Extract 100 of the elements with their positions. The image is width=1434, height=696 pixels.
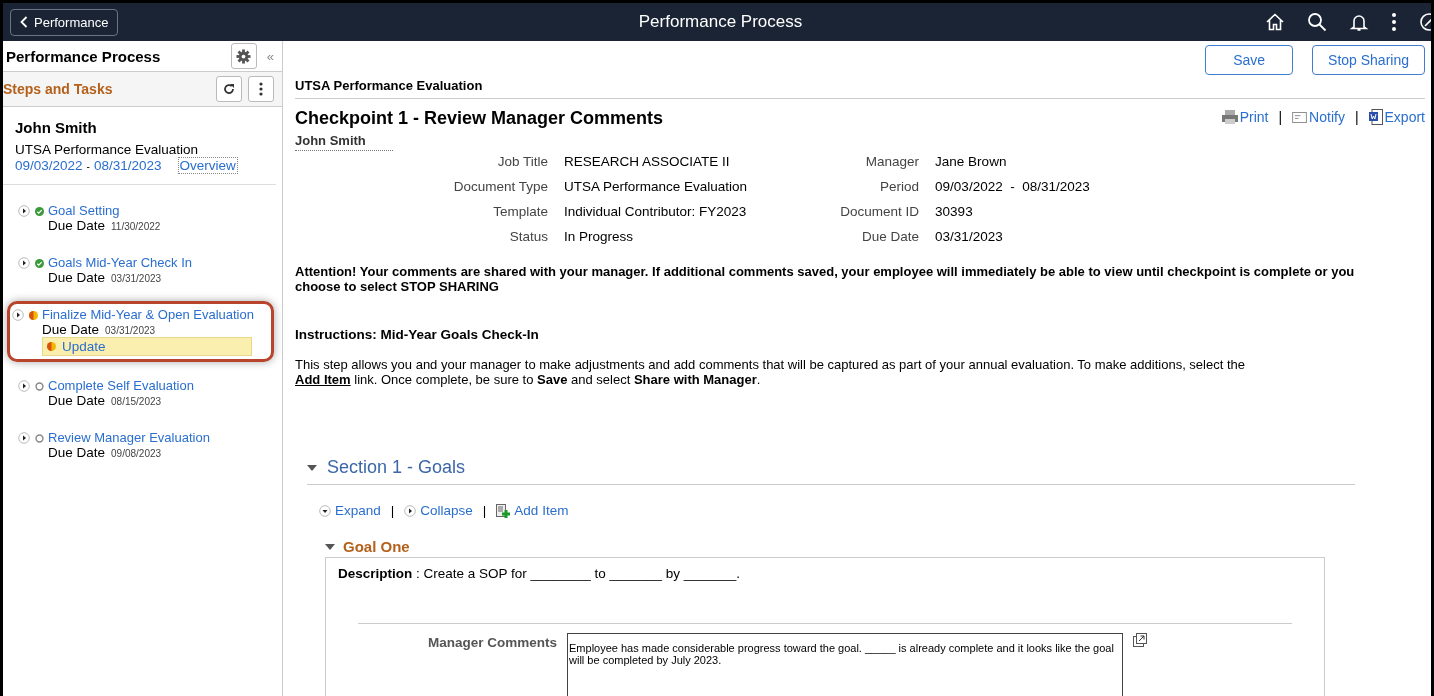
add-item-link[interactable]: Add Item (496, 503, 569, 518)
field-value: Individual Contributor: FY2023 (564, 204, 748, 219)
employee-name: John Smith (15, 119, 98, 136)
field-label: Document ID (839, 204, 920, 219)
settings-button[interactable] (230, 43, 257, 69)
separator: | (482, 503, 487, 518)
gear-icon (236, 48, 252, 64)
step-item[interactable]: Goals Mid-Year Check In Due Date 03/31/2023 (13, 249, 274, 291)
start-date: 09/03/2022 (15, 158, 83, 173)
end-date: 08/31/2023 (93, 158, 162, 173)
more-icon (259, 82, 263, 96)
section-toggle-icon[interactable] (307, 462, 317, 473)
instructions-title: Instructions: Mid-Year Goals Check-In (295, 327, 540, 342)
notify-link[interactable]: Notify (1292, 109, 1345, 125)
overview-link[interactable]: Overview (177, 157, 238, 174)
attention-message: Attention! Your comments are shared with your manager. If additional comments saved, your employee will immediately be able to view until checkpoint is complete or you choose to select STOP SHARING (295, 264, 1356, 294)
field-label: Document Type (452, 179, 548, 194)
step-link[interactable]: Finalize Mid-Year & Open Evaluation (42, 307, 254, 322)
field-label: Job Title (496, 154, 548, 169)
circle-icon[interactable] (319, 504, 331, 517)
compass-icon[interactable] (1419, 12, 1431, 32)
complete-status-icon (35, 258, 44, 268)
field-label: Manager (864, 154, 920, 169)
selected-step[interactable]: Finalize Mid-Year & Open Evaluation Due Date 03/31/2023 Update (7, 301, 274, 362)
collapse-button[interactable]: « (262, 48, 282, 64)
field-value: Jane Brown (935, 154, 1008, 169)
field-label: Due Date (861, 229, 920, 244)
print-link[interactable]: Print (1221, 109, 1269, 125)
expand-icon[interactable] (18, 380, 30, 392)
goal-toggle-icon[interactable] (325, 541, 335, 552)
export-link[interactable]: Export (1368, 109, 1425, 125)
not-started-status-icon (35, 381, 44, 391)
field-label: Status (508, 229, 548, 244)
section-label: Steps and Tasks (3, 81, 114, 97)
menu-icon[interactable] (1391, 12, 1397, 32)
more-button[interactable] (248, 76, 274, 102)
step-item[interactable]: Review Manager Evaluation Due Date 09/08/2023 (13, 424, 274, 466)
expand-icon[interactable] (18, 432, 30, 444)
document-heading: UTSA Performance Evaluation (295, 75, 1425, 99)
field-label: Period (879, 179, 920, 194)
in-progress-status-icon (47, 342, 56, 351)
collapse-link[interactable]: Collapse (404, 503, 473, 518)
separator: | (1354, 109, 1359, 125)
due-date: 08/15/2023 (111, 396, 162, 407)
sidebar-title: Performance Process (6, 47, 162, 65)
back-button[interactable]: Performance (10, 8, 119, 36)
field-value: 30393 (935, 204, 974, 219)
section-title: Section 1 - Goals (327, 457, 466, 478)
expand-icon[interactable] (18, 205, 30, 217)
due-date: 09/08/2023 (111, 448, 162, 459)
due-label: Due Date (48, 393, 106, 408)
complete-status-icon (35, 206, 44, 216)
separator: | (390, 503, 395, 518)
add-item-link[interactable]: Add Item (295, 372, 351, 387)
employee-name: John Smith (295, 129, 393, 151)
expand-icon[interactable] (12, 309, 24, 321)
in-progress-status-icon (29, 310, 38, 320)
step-item[interactable]: Goal Setting Due Date 11/30/2022 (13, 197, 274, 239)
expand-icon[interactable] (18, 257, 30, 269)
field-value: In Progress (564, 229, 635, 244)
stop-sharing-button[interactable]: Stop Sharing (1312, 45, 1425, 75)
expand-link[interactable]: Expand (319, 503, 381, 518)
due-label: Due Date (48, 270, 106, 285)
step-link[interactable]: Goals Mid-Year Check In (48, 255, 193, 270)
update-task[interactable]: Update (42, 337, 252, 356)
due-label: Due Date (48, 445, 106, 460)
comments-field[interactable]: Employee has made considerable progress toward the goal. _____ is already complete and it looks like the goal will be completed by July 2023. (567, 633, 1124, 696)
step-link[interactable]: Review Manager Evaluation (48, 430, 210, 445)
refresh-icon (223, 83, 235, 95)
bell-icon[interactable] (1349, 12, 1369, 32)
field-value: RESEARCH ASSOCIATE II (564, 154, 731, 169)
due-date: 11/30/2022 (111, 221, 161, 232)
envelope-icon (1292, 111, 1308, 123)
expand-field-icon[interactable] (1133, 633, 1148, 647)
document-name: UTSA Performance Evaluation (15, 142, 200, 157)
step-item[interactable]: Complete Self Evaluation Due Date 08/15/2023 (13, 372, 274, 414)
not-started-status-icon (35, 433, 44, 443)
due-date: 03/31/2023 (105, 325, 156, 336)
home-icon[interactable] (1265, 12, 1285, 32)
due-label: Due Date (42, 322, 100, 337)
date-separator: - (86, 161, 90, 172)
circle-icon[interactable] (404, 504, 417, 517)
document-icon (1368, 109, 1383, 125)
field-value: 03/31/2023 (935, 229, 1004, 244)
save-button[interactable]: Save (1205, 45, 1294, 75)
chevron-left-icon (20, 16, 28, 28)
page-title: Performance Process (638, 12, 803, 32)
refresh-button[interactable] (216, 76, 242, 102)
document-title: Checkpoint 1 - Review Manager Comments (295, 108, 664, 129)
field-label: Template (492, 204, 548, 219)
field-value: 09/03/2022 - 08/31/2023 (935, 179, 1091, 194)
instructions-text: This step allows you and your manager to make adjustments and add comments that will be captured as part of your annual evaluation. To make additions, select the Add Item link. Once complete, be sure to Save and select Share with Manager. (295, 357, 1246, 387)
due-label: Due Date (48, 218, 106, 233)
printer-icon (1221, 110, 1238, 124)
step-link[interactable]: Complete Self Evaluation (48, 378, 194, 393)
separator: | (1278, 109, 1283, 125)
due-date: 03/31/2023 (111, 273, 162, 284)
step-link[interactable]: Goal Setting (48, 203, 161, 218)
field-value: UTSA Performance Evaluation (564, 179, 748, 194)
search-icon[interactable] (1307, 12, 1327, 32)
